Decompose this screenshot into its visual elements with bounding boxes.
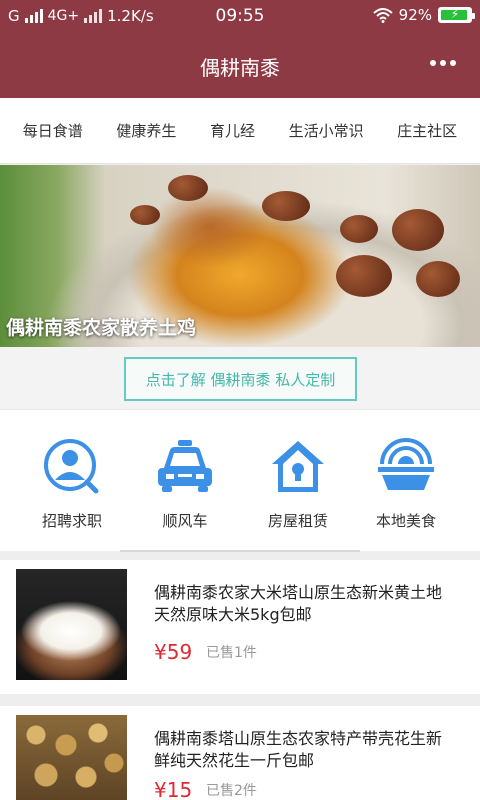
car-icon: [158, 440, 212, 492]
product-card[interactable]: 偶耕南黍塔山原生态农家特产带壳花生新鲜纯天然花生一斤包邮 ¥15 已售2件: [0, 706, 480, 800]
product-title: 偶耕南黍农家大米塔山原生态新米黄土地天然原味大米5kg包邮: [154, 583, 443, 624]
product-card[interactable]: 偶耕南黍农家大米塔山原生态新米黄土地天然原味大米5kg包邮 ¥59 已售1件: [0, 560, 480, 694]
title-bar: 偶耕南黍: [0, 34, 480, 98]
category-tab[interactable]: 育儿经: [210, 120, 255, 141]
service-job[interactable]: 招聘求职: [12, 438, 132, 531]
banner-image[interactable]: 偶耕南黍农家散养土鸡: [0, 165, 480, 347]
product-price: ¥15: [154, 778, 193, 800]
rice-bowl-image: [16, 569, 127, 680]
status-right: 92% ⚡: [372, 6, 475, 24]
mushroom-decor: [130, 205, 160, 225]
mushroom-decor: [262, 191, 310, 221]
job-person-icon: [44, 439, 99, 494]
grid-page-indicator: [120, 550, 360, 552]
mushroom-decor: [340, 215, 378, 243]
page-title: 偶耕南黍: [200, 56, 280, 80]
mushroom-decor: [416, 261, 460, 297]
custom-order-button[interactable]: 点击了解 偶耕南黍 私人定制: [124, 357, 357, 401]
service-label: 房屋租赁: [267, 512, 328, 530]
category-tab[interactable]: 生活小常识: [289, 120, 364, 141]
service-rental[interactable]: 房屋租赁: [238, 438, 358, 531]
product-title: 偶耕南黍塔山原生态农家特产带壳花生新鲜纯天然花生一斤包邮: [154, 729, 443, 770]
promo-area: 点击了解 偶耕南黍 私人定制: [0, 347, 480, 409]
sold-count: 已售1件: [206, 645, 257, 661]
peanut-image: [16, 715, 127, 800]
service-grid: 招聘求职 顺风车 房屋租赁 本地美食: [0, 409, 480, 552]
service-label: 招聘求职: [41, 512, 102, 530]
service-label: 本地美食: [375, 512, 436, 530]
banner-caption: 偶耕南黍农家散养土鸡: [6, 317, 197, 339]
wifi-icon: [372, 8, 393, 23]
mushroom-decor: [336, 255, 392, 297]
battery-percent: 92%: [398, 6, 432, 24]
category-nav: 每日食谱 健康养生 育儿经 生活小常识 庄主社区: [0, 98, 480, 164]
product-price: ¥59: [154, 640, 193, 664]
food-bowl-icon: [378, 438, 434, 490]
battery-icon: ⚡: [438, 7, 475, 23]
service-food[interactable]: 本地美食: [346, 438, 466, 531]
category-tab[interactable]: 每日食谱: [23, 120, 83, 141]
category-tab[interactable]: 健康养生: [116, 120, 176, 141]
mushroom-decor: [168, 175, 208, 201]
sold-count: 已售2件: [206, 783, 257, 799]
house-lock-icon: [272, 441, 324, 492]
service-label: 顺风车: [162, 512, 208, 530]
status-bar: G 4G+ 1.2K/s 09:55 92% ⚡: [0, 0, 480, 34]
category-tab[interactable]: 庄主社区: [397, 120, 457, 141]
more-dots-icon[interactable]: [430, 60, 456, 66]
service-carpool[interactable]: 顺风车: [125, 438, 245, 531]
mushroom-decor: [392, 209, 444, 251]
